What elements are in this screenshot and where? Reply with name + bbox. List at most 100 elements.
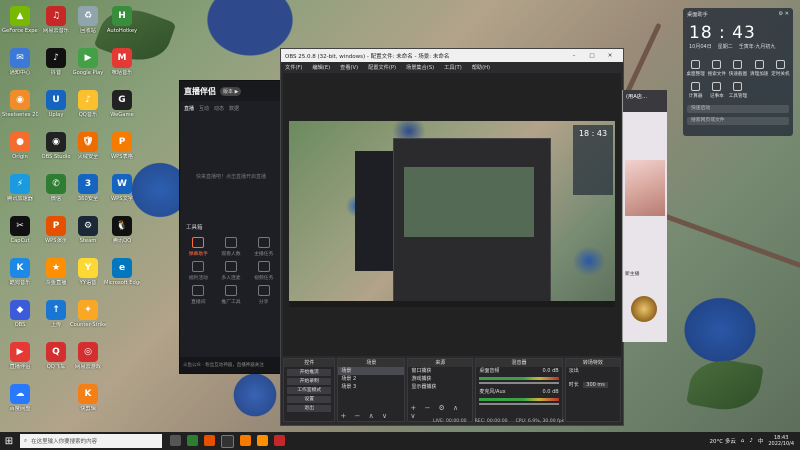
desktop-icon[interactable]: ✆ 微信 [38, 174, 74, 216]
desktop-icon[interactable]: ★ 斗鱼直播 [38, 258, 74, 300]
clock-widget[interactable]: 桌面助手 ⚙ ✕ 18 : 43 10月04日 星期二 壬寅年·九月初九 桌面整理搜… [683, 8, 793, 136]
desktop-icon[interactable]: ☁ 百度网盘 [2, 384, 38, 426]
toolbox-item[interactable]: 分享 [247, 285, 280, 305]
desktop-icon[interactable]: ⚡ 腾讯加速器 [2, 174, 38, 216]
obs-preview[interactable]: 18 : 43 [283, 73, 621, 356]
clock-shortcut[interactable]: 定时关机 [770, 60, 791, 77]
scene-item[interactable]: 场景 2 [338, 375, 404, 383]
desktop-icon[interactable]: ✉ 通知中心 [2, 48, 38, 90]
volume-slider[interactable] [479, 403, 559, 405]
scene-item[interactable]: 场景 [338, 367, 405, 375]
transition-select[interactable]: 淡出 [566, 367, 620, 375]
clock-shortcut[interactable]: 快速截图 [727, 60, 748, 77]
desktop-icon[interactable]: ✂ CapCut [2, 216, 38, 258]
desktop-icon[interactable]: ▲ GeForce Experience [2, 6, 38, 48]
control-button[interactable]: 退出 [287, 405, 332, 412]
source-item[interactable]: 窗口捕获 [408, 367, 472, 375]
clock-shortcut[interactable]: 工具管理 [727, 82, 748, 99]
desktop-icon[interactable]: ♫ 网易云音乐 [38, 6, 74, 48]
control-button[interactable]: 开始录制 [287, 378, 332, 385]
duration-input[interactable]: 300 ms [583, 382, 608, 388]
clock-shortcut[interactable]: 记事本 [706, 82, 727, 99]
toolbox-item[interactable]: 主播任务 [247, 237, 280, 257]
desktop-icon[interactable]: K 快剪辑 [70, 384, 106, 426]
desktop-icon[interactable]: H AutoHotkey [104, 6, 140, 48]
control-button[interactable]: 工作室模式 [287, 387, 332, 394]
taskbar-search-input[interactable]: ⌕ 在这里输入你要搜索的内容 [20, 434, 162, 448]
companion-version-button[interactable]: 版本 ▶ [220, 86, 242, 96]
desktop-icon[interactable]: ✦ Counter-Strike Global [70, 300, 106, 342]
desktop-icon[interactable]: G WeGame [104, 90, 140, 132]
source-item[interactable]: 显示器捕获 [408, 383, 472, 391]
weather-text[interactable]: 20°C 多云 [709, 437, 735, 445]
desktop-icon[interactable]: ◉ Steelseries 2020 [2, 90, 38, 132]
desktop-icon[interactable]: 🐧 腾讯QQ [104, 216, 140, 258]
file-search-input[interactable]: 搜索网页或文件 [687, 117, 789, 125]
clock-shortcut[interactable]: 桌面整理 [685, 60, 706, 77]
netease-taskbar-icon[interactable] [274, 434, 285, 446]
desktop-icon[interactable]: U Uplay [38, 90, 74, 132]
desktop-icon[interactable]: ♪ QQ音乐 [70, 90, 106, 132]
source-item[interactable]: 游戏捕获 [408, 375, 472, 383]
close-icon[interactable]: ✕ [601, 53, 619, 59]
clock-shortcut[interactable]: 清理加速 [749, 60, 770, 77]
volume-slider[interactable] [479, 382, 559, 384]
desktop-icon[interactable]: 3 360安全 [70, 174, 106, 216]
desktop-icon[interactable]: ◆ OBS [2, 300, 38, 342]
obs-menu-item[interactable]: 配置文件(P) [368, 64, 396, 71]
chat-panel[interactable]: (用A店… 新主播 [622, 90, 667, 342]
taskbar-clock[interactable]: 18:43 2022/10/4 [768, 435, 794, 447]
desktop-icon[interactable]: P WPS表格 [104, 132, 140, 174]
obs-taskbar-icon[interactable] [221, 434, 234, 448]
desktop-icon[interactable]: ♪ 抖音 [38, 48, 74, 90]
settings-icon[interactable]: ⚙ ✕ [778, 11, 789, 18]
desktop-icon[interactable]: Q QQ飞车 [38, 342, 74, 384]
desktop-icon[interactable]: ◎ 网易云游戏 [70, 342, 106, 384]
desktop-icon[interactable]: ♻ 回收站 [70, 6, 106, 48]
desktop-icon[interactable]: W WPS文字 [104, 174, 140, 216]
toolbox-item[interactable]: 直播间 [182, 285, 215, 305]
companion-tab[interactable]: 直播 [184, 105, 194, 112]
task-view-icon[interactable] [170, 434, 181, 446]
desktop-icon[interactable]: ● Origin [2, 132, 38, 174]
toolbox-item[interactable]: 观看人数 [215, 237, 248, 257]
quick-launch-input[interactable]: 快速启动 [687, 105, 789, 113]
minimize-icon[interactable]: – [565, 53, 583, 59]
live-companion-taskbar-icon[interactable] [240, 434, 251, 446]
desktop-icon[interactable]: 🛡 火绒安全 [70, 132, 106, 174]
control-button[interactable]: 设置 [287, 396, 332, 403]
desktop-icon[interactable]: ⚙ Steam [70, 216, 106, 258]
scene-item[interactable]: 场景 3 [338, 383, 404, 391]
obs-menu-item[interactable]: 场景集合(S) [406, 64, 434, 71]
chrome-icon[interactable] [187, 434, 198, 446]
companion-tab[interactable]: 互动 [199, 105, 209, 112]
live-companion-window[interactable]: 直播伴侣 版本 ▶ 直播 互动 动态 数据 快来直播吧！点击直播开启直播 工具箱 弹幕… [179, 80, 283, 374]
control-button[interactable]: 开始推流 [287, 369, 332, 376]
network-icon[interactable]: ⌂ [741, 438, 745, 444]
desktop-icon[interactable]: ▶ Google Play [70, 48, 106, 90]
maximize-icon[interactable]: □ [583, 53, 601, 59]
volume-icon[interactable]: ♪ [749, 438, 753, 444]
obs-menu-item[interactable]: 工具(T) [444, 64, 462, 71]
obs-menu-item[interactable]: 编辑(E) [312, 64, 330, 71]
desktop-icon[interactable]: ▶ 直播伴侣 [2, 342, 38, 384]
clock-shortcut[interactable]: 计算器 [685, 82, 706, 99]
obs-window[interactable]: OBS 25.0.8 (32-bit, windows) - 配置文件: 未命名… [280, 48, 624, 426]
companion-tab[interactable]: 动态 [214, 105, 224, 112]
desktop-icon[interactable]: ◉ OBS Studio [38, 132, 74, 174]
windows-start-icon[interactable]: ⊞ [0, 432, 18, 450]
companion-tab[interactable]: 数据 [229, 105, 239, 112]
desktop-icon[interactable]: M 咪咕音乐 [104, 48, 140, 90]
desktop-icon[interactable]: Y YY语音 [70, 258, 106, 300]
douyu-taskbar-icon[interactable] [257, 434, 268, 446]
desktop-icon[interactable]: K 酷狗音乐 [2, 258, 38, 300]
toolbox-item[interactable]: 视频任务 [247, 261, 280, 281]
toolbox-item[interactable]: 多人连麦 [215, 261, 248, 281]
ime-indicator[interactable]: 中 [758, 437, 764, 445]
clock-shortcut[interactable]: 搜索文件 [706, 60, 727, 77]
toolbox-item[interactable]: 福利活动 [182, 261, 215, 281]
toolbox-item[interactable]: 推广工具 [215, 285, 248, 305]
desktop-icon[interactable]: P WPS演示 [38, 216, 74, 258]
desktop-icon[interactable]: e Microsoft Edge [104, 258, 140, 300]
obs-menu-item[interactable]: 查看(V) [340, 64, 358, 71]
